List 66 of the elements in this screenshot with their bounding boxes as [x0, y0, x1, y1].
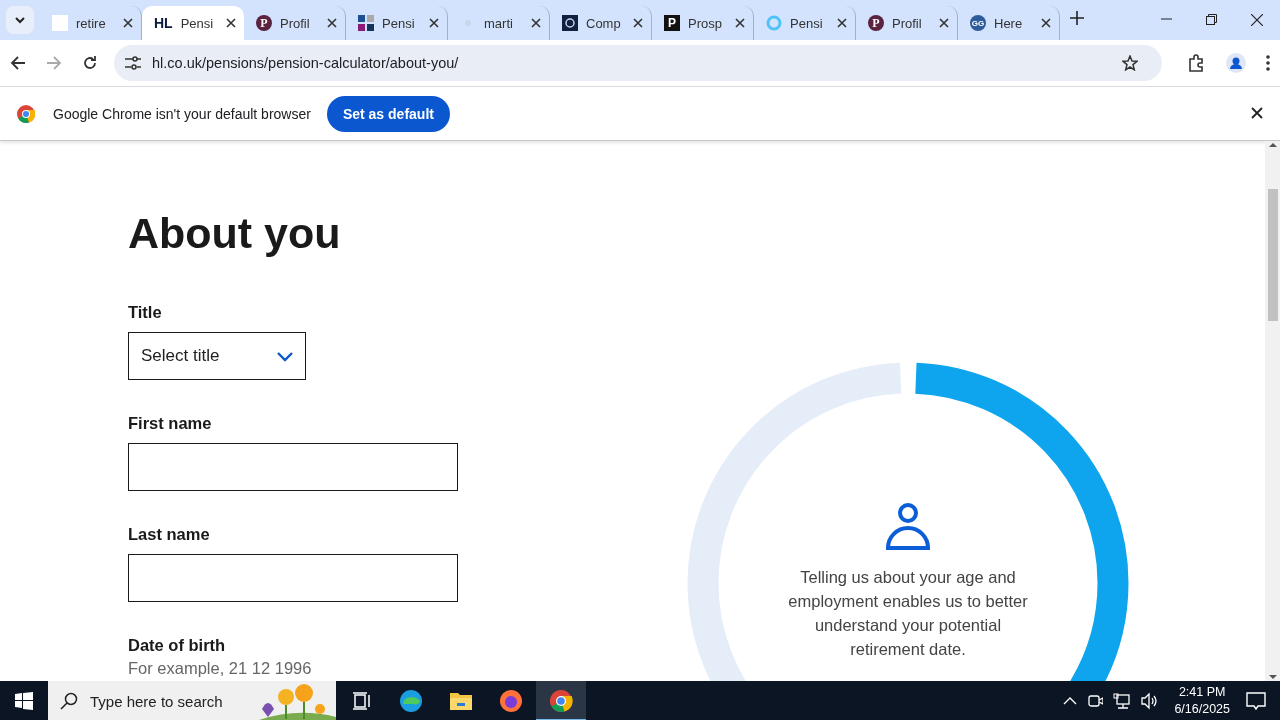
close-icon: [939, 18, 949, 28]
notifications-icon: [1246, 691, 1266, 711]
site-logo-icon: P: [868, 15, 884, 31]
close-icon: [735, 18, 745, 28]
volume-icon: [1141, 692, 1159, 710]
more-menu-icon: [1266, 55, 1270, 71]
close-icon: [1251, 14, 1263, 26]
chrome-logo-icon: [549, 689, 573, 713]
field-label: First name: [128, 414, 213, 433]
site-logo-icon: P: [664, 15, 680, 31]
page-heading: About you: [128, 208, 342, 258]
taskbar-search-field[interactable]: Type here to search: [48, 681, 336, 720]
site-logo-icon: [562, 15, 578, 31]
camera-icon: [1087, 692, 1104, 710]
close-icon: [327, 18, 337, 28]
scroll-up-icon: [1267, 141, 1278, 149]
tab-search-button[interactable]: [6, 6, 34, 34]
clock-time: 2:41 PM: [1177, 684, 1227, 701]
ring-logo-icon: [766, 15, 782, 31]
close-icon: [1041, 18, 1051, 28]
site-logo-icon: GG: [970, 15, 986, 31]
close-icon: [531, 18, 541, 28]
extensions-icon: [1188, 54, 1206, 72]
default-browser-message: Google Chrome isn't your default browser: [53, 105, 311, 122]
scrollbar[interactable]: [1265, 141, 1280, 681]
bookmark-star-icon: [1122, 55, 1138, 71]
plus-icon: [1070, 11, 1084, 25]
person-icon: [885, 501, 931, 551]
edge-logo-icon: [399, 689, 423, 713]
search-icon: [60, 692, 78, 710]
reload-icon: [82, 55, 98, 71]
title-select[interactable]: Select title: [128, 332, 306, 380]
chrome-taskbar-icon[interactable]: [536, 681, 586, 720]
close-icon: [1251, 106, 1263, 119]
chevron-up-icon: [1063, 696, 1078, 706]
network-icon: [1113, 693, 1132, 709]
field-label: Title: [128, 303, 163, 322]
windows-logo-icon: [15, 692, 33, 710]
close-icon: [633, 18, 643, 28]
clock-date: 6/16/2025: [1174, 701, 1230, 718]
close-icon: [837, 18, 847, 28]
firefox-logo-icon: [499, 689, 523, 713]
site-logo-icon: P: [256, 15, 272, 31]
profile-icon: [1226, 53, 1246, 73]
browser-tab[interactable]: HL Pensi: [142, 6, 244, 40]
close-icon: [226, 18, 236, 28]
field-label: Date of birth: [128, 636, 227, 655]
close-icon: [429, 18, 439, 28]
scrollbar-thumb[interactable]: [1267, 189, 1278, 321]
chrome-logo-icon: [17, 104, 35, 123]
site-settings-icon: [124, 55, 142, 71]
text-input-field[interactable]: [128, 554, 458, 602]
address-bar[interactable]: hl.co.uk/pensions/pension-calculator/about-you/: [114, 45, 1162, 81]
site-logo-icon: HL: [154, 15, 173, 31]
field-label: Last name: [128, 525, 211, 544]
forward-arrow-icon: [46, 55, 62, 71]
blank-page-icon: [52, 15, 68, 31]
chevron-down-icon: [277, 350, 293, 362]
grid-logo-icon: [358, 15, 374, 31]
progress-message: Telling us about your age and employment enables us to better understand your potential retirement date.: [787, 567, 1029, 660]
field-hint: For example, 21 12 1996: [128, 659, 313, 678]
close-icon: [123, 18, 133, 28]
back-arrow-icon: [10, 55, 26, 71]
set-default-button[interactable]: Set as default: [326, 95, 450, 132]
restore-icon: [1206, 14, 1217, 25]
text-input-field[interactable]: [128, 443, 458, 491]
